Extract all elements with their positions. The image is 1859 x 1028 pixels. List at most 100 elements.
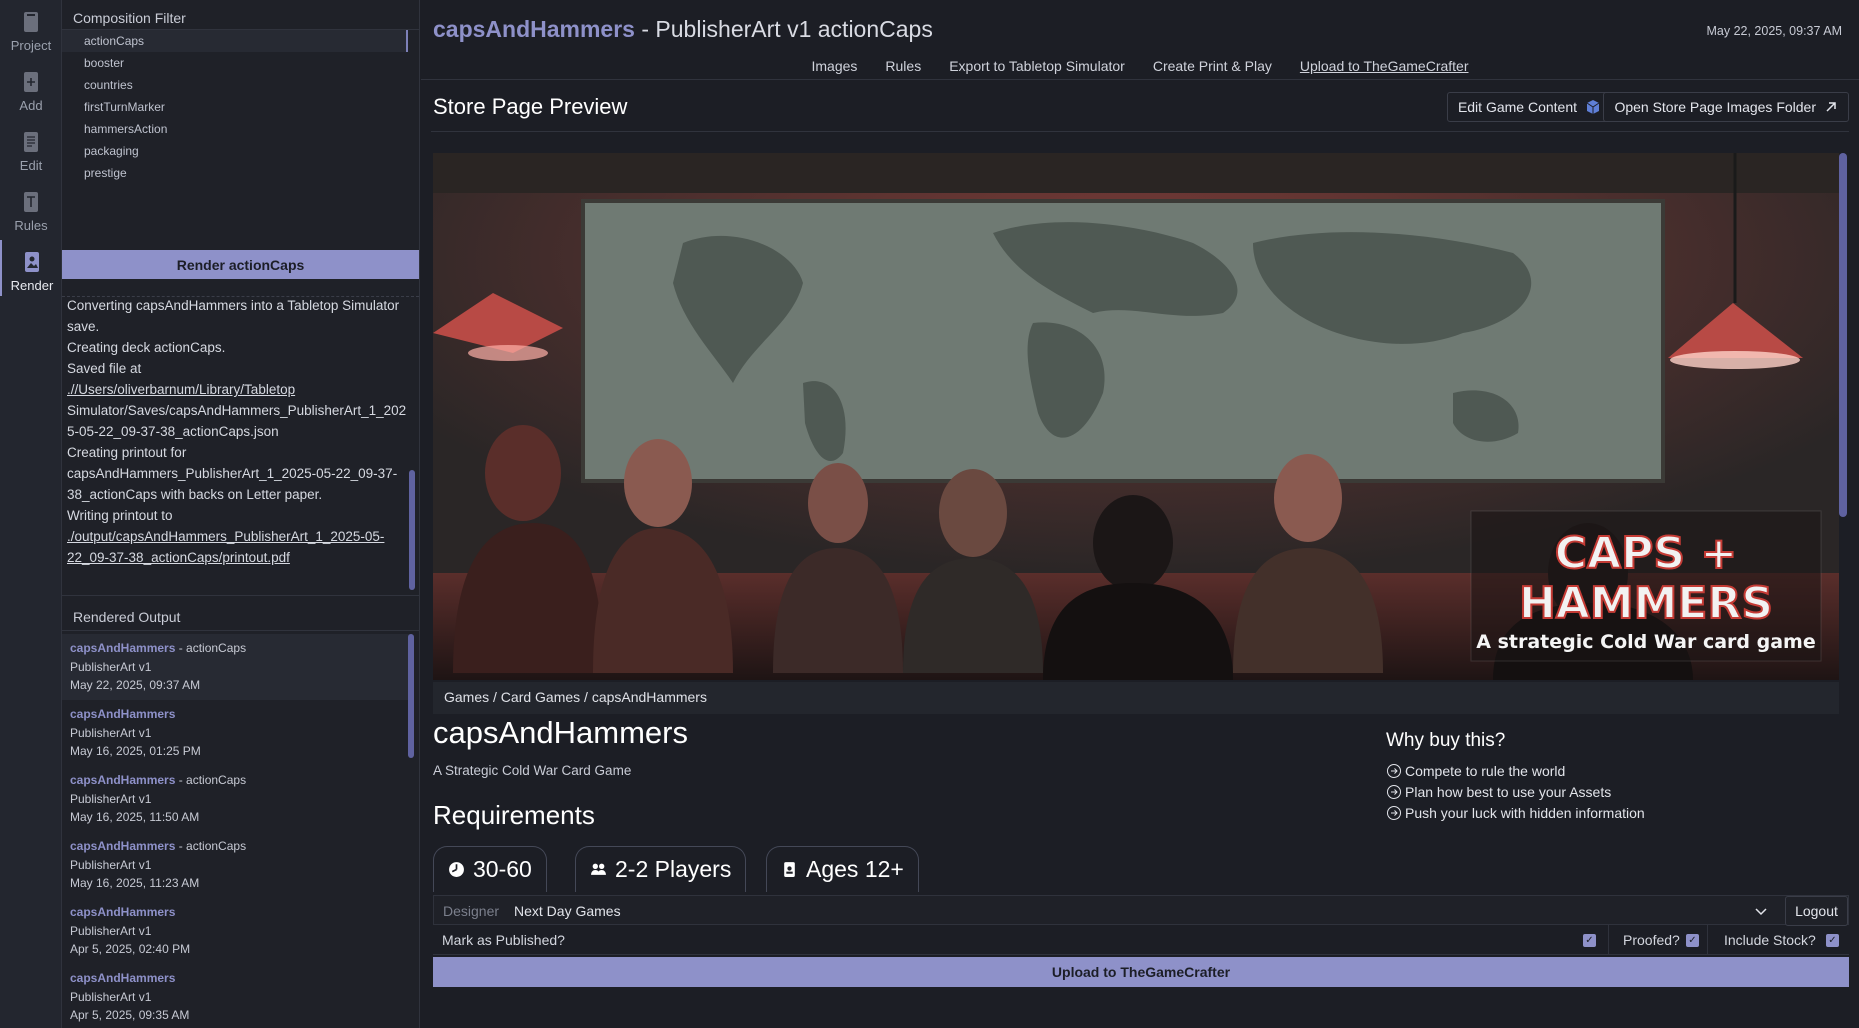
nav-rules[interactable]: Rules: [885, 58, 921, 74]
output-version: PublisherArt v1: [70, 659, 152, 674]
arrow-circle-icon: [1387, 805, 1401, 820]
log-line: Saved file at: [67, 361, 142, 376]
requirement-time: 30-60: [433, 846, 547, 892]
mark-published-checkbox[interactable]: ✓: [1583, 934, 1596, 947]
upload-form: Designer Next Day Games Logout Mark as P…: [433, 895, 1849, 1028]
rendered-output-item[interactable]: capsAndHammers - actionCaps PublisherArt…: [62, 766, 412, 832]
rail-rules-label: Rules: [14, 218, 48, 233]
header-subtitle: - PublisherArt v1 actionCaps: [634, 16, 933, 42]
output-version: PublisherArt v1: [70, 989, 152, 1004]
edit-icon: [24, 132, 38, 152]
arrow-circle-icon: [1387, 784, 1401, 799]
rail-add[interactable]: Add: [0, 60, 62, 116]
icon-rail: Project Add Edit Rules Render: [0, 0, 62, 1028]
log-line: Simulator/Saves/capsAndHammers_Publisher…: [67, 403, 407, 439]
nav-print-play[interactable]: Create Print & Play: [1153, 58, 1272, 74]
hero-logo-line1: CAPS +: [1555, 528, 1737, 579]
render-log: Converting capsAndHammers into a Tableto…: [67, 295, 412, 568]
nav-export-tts[interactable]: Export to Tabletop Simulator: [949, 58, 1125, 74]
composition-item-prestige[interactable]: prestige: [62, 162, 420, 184]
divider: [1608, 925, 1609, 955]
output-date: Apr 5, 2025, 02:40 PM: [70, 942, 191, 956]
output-date: May 22, 2025, 09:37 AM: [70, 678, 201, 692]
rail-edit-label: Edit: [19, 158, 43, 173]
output-project-name: capsAndHammers: [70, 641, 176, 655]
add-icon: [24, 72, 38, 92]
output-version: PublisherArt v1: [70, 725, 152, 740]
output-date: Apr 5, 2025, 09:35 AM: [70, 1008, 190, 1022]
edit-game-content-label: Edit Game Content: [1457, 99, 1577, 115]
designer-select[interactable]: Next Day Games: [514, 903, 621, 919]
requirements-title: Requirements: [433, 800, 595, 830]
output-composition: - actionCaps: [175, 839, 247, 853]
rendered-output-item[interactable]: capsAndHammers PublisherArt v1 Apr 5, 20…: [62, 964, 412, 1028]
rail-add-label: Add: [19, 98, 43, 113]
hero-logo-line2: HAMMERS: [1519, 578, 1773, 629]
rail-render[interactable]: Render: [0, 240, 62, 296]
rendered-output-item[interactable]: capsAndHammers - actionCaps PublisherArt…: [62, 634, 412, 700]
render-button[interactable]: Render actionCaps: [62, 250, 419, 279]
nav-upload-tgc[interactable]: Upload to TheGameCrafter: [1300, 58, 1469, 74]
edit-game-content-button[interactable]: Edit Game Content: [1446, 92, 1612, 122]
mark-published-label: Mark as Published?: [442, 932, 565, 948]
composition-item-firstTurnMarker[interactable]: firstTurnMarker: [62, 96, 420, 118]
clock-icon: [449, 862, 464, 877]
cube-icon: [1586, 100, 1600, 114]
why-buy-title: Why buy this?: [1386, 730, 1506, 751]
logout-button[interactable]: Logout: [1785, 896, 1848, 926]
composition-list: actionCaps booster countries firstTurnMa…: [62, 30, 420, 184]
rail-rules[interactable]: Rules: [0, 180, 62, 236]
log-line: Creating printout for capsAndHammers_Pub…: [67, 445, 398, 502]
requirement-players-value: 2-2 Players: [615, 856, 732, 882]
render-icon: [25, 252, 39, 272]
rail-project[interactable]: Project: [0, 0, 62, 56]
composition-item-hammersAction[interactable]: hammersAction: [62, 118, 420, 140]
output-date: May 16, 2025, 11:50 AM: [70, 810, 200, 824]
include-stock-checkbox[interactable]: ✓: [1826, 934, 1839, 947]
upload-tgc-button[interactable]: Upload to TheGameCrafter: [433, 957, 1849, 987]
chevron-down-icon[interactable]: [1754, 904, 1768, 918]
designer-row: Designer Next Day Games Logout: [433, 895, 1849, 926]
project-name: capsAndHammers: [433, 16, 635, 42]
requirement-age-value: Ages 12+: [806, 856, 904, 882]
composition-item-booster[interactable]: booster: [62, 52, 420, 74]
open-images-folder-button[interactable]: Open Store Page Images Folder: [1603, 92, 1849, 122]
output-date: May 16, 2025, 01:25 PM: [70, 744, 201, 758]
rules-icon: [24, 192, 38, 212]
proofed-checkbox[interactable]: ✓: [1686, 934, 1699, 947]
composition-item-packaging[interactable]: packaging: [62, 140, 420, 162]
top-nav: Images Rules Export to Tabletop Simulato…: [421, 58, 1859, 74]
rail-project-label: Project: [10, 38, 52, 53]
rail-render-label: Render: [10, 278, 54, 293]
rendered-output-title: Rendered Output: [73, 609, 181, 625]
project-icon: [24, 12, 38, 32]
log-link[interactable]: ./output/capsAndHammers_PublisherArt_1_2…: [67, 526, 412, 568]
output-scrollbar[interactable]: [408, 634, 414, 758]
external-link-icon: [1826, 102, 1836, 112]
log-scrollbar[interactable]: [409, 470, 415, 590]
why-buy-item: Push your luck with hidden information: [1386, 802, 1645, 823]
log-line: Writing printout to: [67, 508, 173, 523]
nav-divider: [421, 79, 1859, 80]
open-images-folder-label: Open Store Page Images Folder: [1614, 99, 1816, 115]
composition-item-actionCaps[interactable]: actionCaps: [62, 30, 408, 52]
rendered-output-item[interactable]: capsAndHammers PublisherArt v1 May 16, 2…: [62, 700, 412, 766]
composition-filter-title: Composition Filter: [73, 10, 186, 26]
output-project-name: capsAndHammers: [70, 971, 176, 985]
include-stock-label: Include Stock?: [1724, 932, 1816, 948]
rail-edit[interactable]: Edit: [0, 120, 62, 176]
nav-images[interactable]: Images: [811, 58, 857, 74]
rendered-output-item[interactable]: capsAndHammers - actionCaps PublisherArt…: [62, 832, 412, 898]
divider: [62, 595, 420, 596]
why-buy-text: Plan how best to use your Assets: [1405, 783, 1612, 800]
rendered-output-item[interactable]: capsAndHammers PublisherArt v1 Apr 5, 20…: [62, 898, 412, 964]
log-link[interactable]: .//Users/oliverbarnum/Library/Tabletop: [67, 379, 412, 400]
why-buy-item: Compete to rule the world: [1386, 760, 1645, 781]
composition-item-countries[interactable]: countries: [62, 74, 420, 96]
requirement-time-value: 30-60: [473, 856, 532, 882]
store-hero-image: CAPS + HAMMERS A strategic Cold War card…: [433, 153, 1839, 680]
hero-tagline: A strategic Cold War card game: [1476, 631, 1815, 653]
game-subtitle: A Strategic Cold War Card Game: [433, 763, 632, 778]
output-project-name: capsAndHammers: [70, 707, 176, 721]
preview-scrollbar[interactable]: [1839, 153, 1847, 517]
